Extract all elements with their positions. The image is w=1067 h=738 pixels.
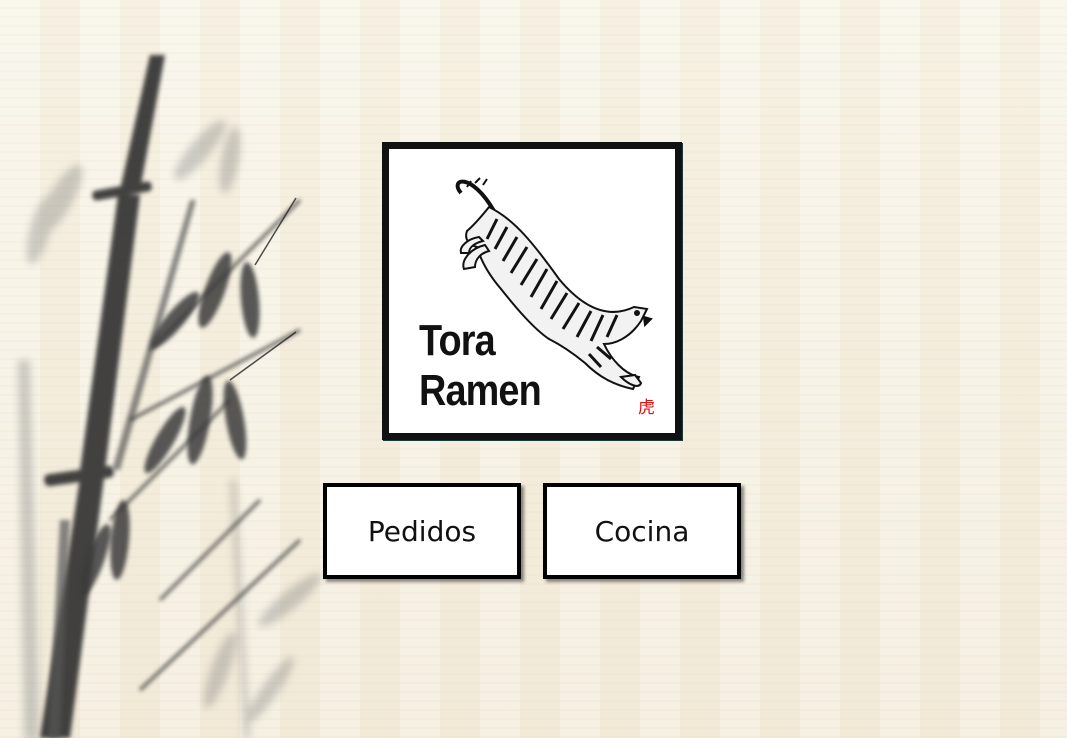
pedidos-button[interactable]: Pedidos [323,483,521,579]
logo-kanji: 虎 [638,398,655,418]
logo-text-tora: Tora [419,316,496,365]
bamboo-background [18,55,322,738]
logo-text-ramen: Ramen [419,366,542,415]
tora-ramen-logo: Tora Ramen 虎 [382,142,682,440]
cocina-button[interactable]: Cocina [543,483,741,579]
